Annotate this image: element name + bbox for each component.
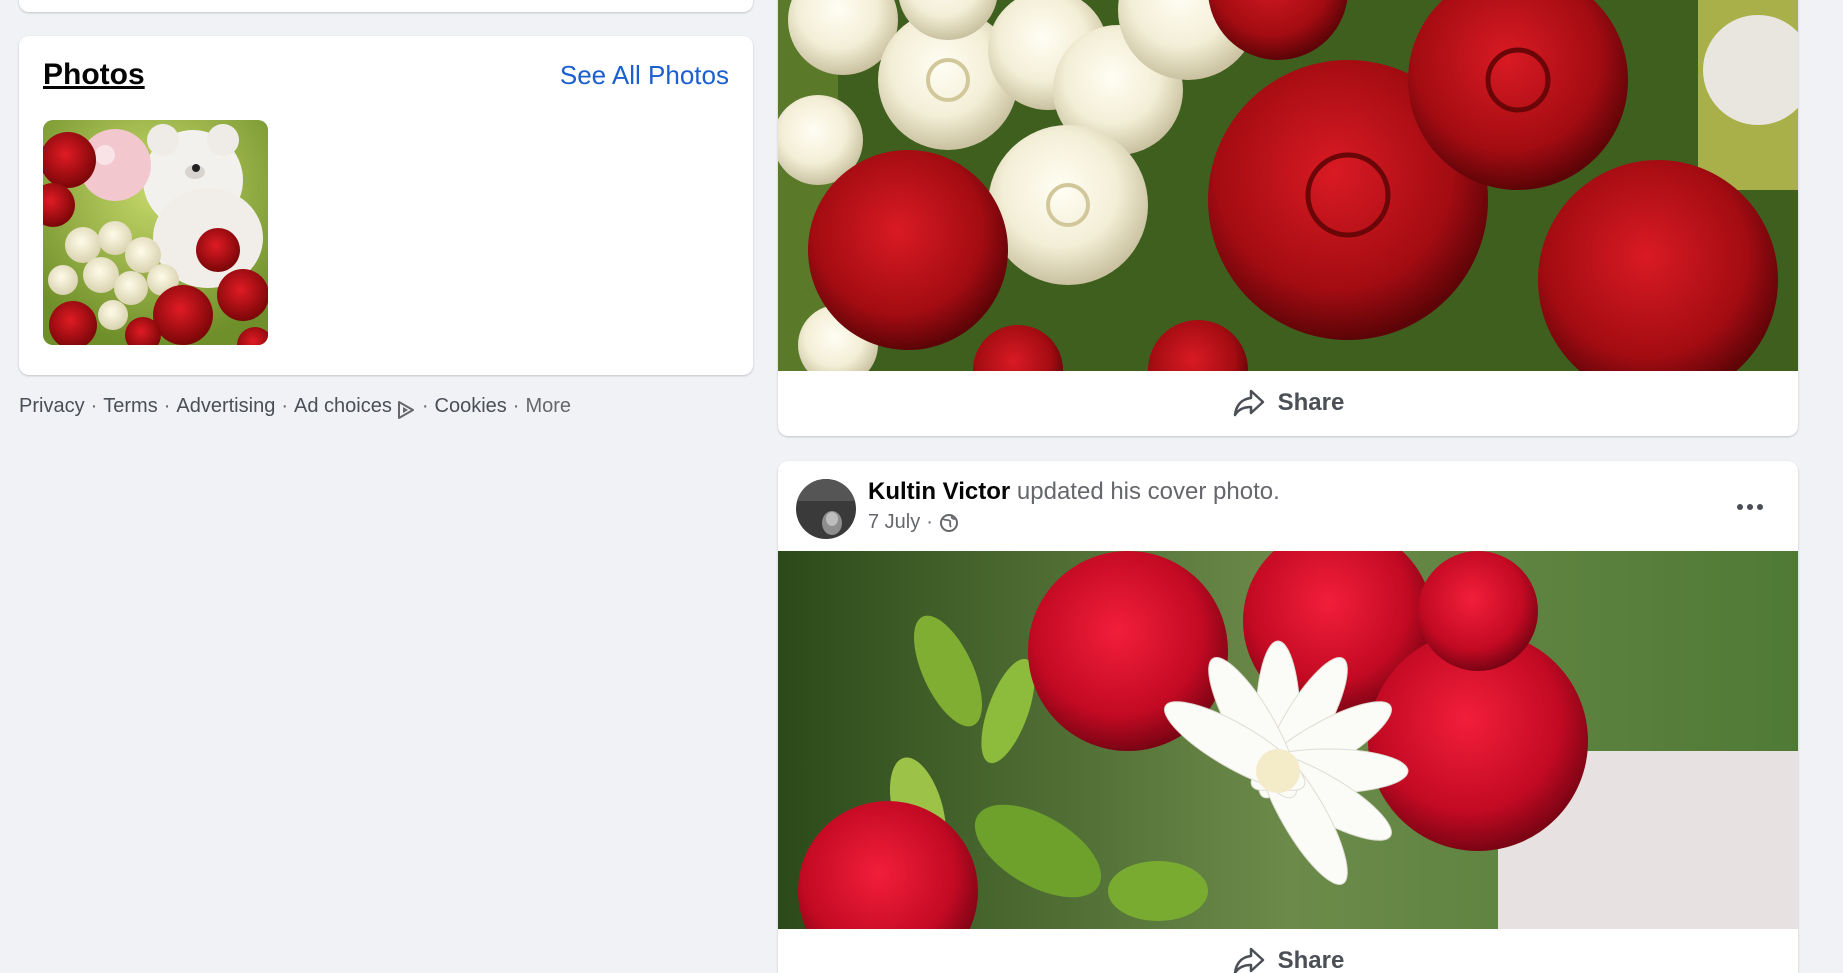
more-link[interactable]: More (525, 395, 571, 418)
photos-card: Photos See All Photos (19, 36, 753, 375)
photos-title[interactable]: Photos (43, 58, 145, 92)
footer-separator: · (421, 394, 429, 417)
more-options-icon (1757, 504, 1763, 510)
bouquet-teddy-image (43, 120, 268, 345)
share-button[interactable]: Share (778, 929, 1798, 973)
post-date[interactable]: 7 July (868, 511, 920, 534)
footer-separator: · (512, 394, 520, 417)
share-label: Share (1277, 389, 1345, 416)
share-label: Share (1277, 947, 1345, 973)
see-all-photos-link[interactable]: See All Photos (560, 60, 729, 91)
roses-bouquet-image (778, 0, 1798, 420)
footer-separator: · (163, 394, 171, 417)
share-button[interactable]: Share (778, 371, 1798, 435)
more-options-icon (1737, 504, 1743, 510)
profile-avatar-image (796, 479, 856, 539)
flowers-cover-image (778, 526, 1798, 973)
page: Photos See All Photos Privacy · Terms · … (0, 0, 1843, 973)
post-card-top: Share (778, 0, 1798, 436)
share-icon (1233, 947, 1264, 973)
previous-card-stub (19, 0, 753, 12)
post-photo-roses[interactable] (778, 0, 1798, 420)
author-name[interactable]: Kultin Victor (868, 478, 1010, 505)
meta-separator: · (926, 511, 933, 533)
more-options-icon (1747, 504, 1753, 510)
more-options-button[interactable] (1732, 497, 1768, 517)
cookies-link[interactable]: Cookies (435, 395, 507, 418)
terms-link[interactable]: Terms (103, 395, 157, 418)
footer-separator: · (90, 394, 98, 417)
ad-choices-link[interactable]: Ad choices (294, 395, 392, 418)
footer-links: Privacy · Terms · Advertising · Ad choic… (19, 392, 571, 420)
privacy-link[interactable]: Privacy (19, 395, 85, 418)
avatar[interactable] (796, 479, 856, 539)
post-meta: 7 July · (868, 511, 959, 534)
globe-icon (939, 513, 958, 532)
footer-separator: · (281, 394, 288, 417)
post-header-text: Kultin Victor updated his cover photo. (868, 478, 1280, 506)
share-icon (1233, 389, 1264, 417)
post-card-cover-update: Kultin Victor updated his cover photo. 7… (778, 461, 1798, 973)
cover-photo[interactable] (778, 526, 1798, 973)
photo-thumbnail[interactable] (43, 120, 268, 345)
ad-choices-icon[interactable] (396, 400, 416, 420)
post-action: updated his cover photo. (1016, 478, 1280, 505)
advertising-link[interactable]: Advertising (176, 395, 275, 418)
